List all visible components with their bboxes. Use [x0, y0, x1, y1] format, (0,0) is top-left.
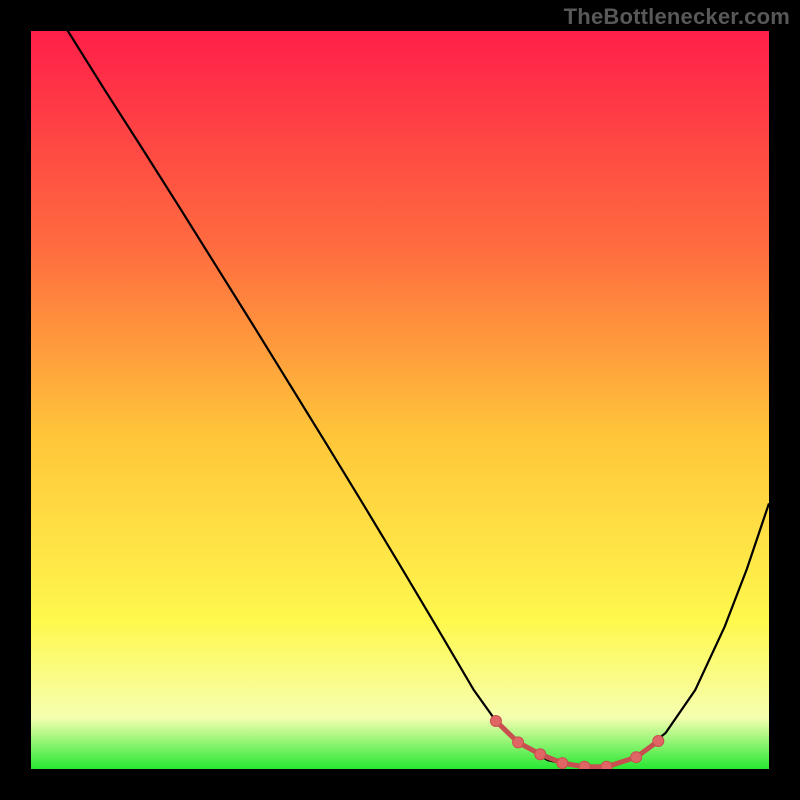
- chart-frame: TheBottlenecker.com: [0, 0, 800, 800]
- optimal-range-marker: [513, 737, 524, 748]
- bottleneck-plot: [31, 31, 769, 769]
- optimal-range-marker: [535, 749, 546, 760]
- watermark-text: TheBottlenecker.com: [564, 4, 790, 30]
- optimal-range-marker: [631, 752, 642, 763]
- plot-svg: [31, 31, 769, 769]
- optimal-range-marker: [490, 716, 501, 727]
- optimal-range-marker: [601, 761, 612, 769]
- gradient-background: [31, 31, 769, 769]
- optimal-range-marker: [557, 758, 568, 769]
- optimal-range-marker: [653, 735, 664, 746]
- optimal-range-marker: [579, 761, 590, 769]
